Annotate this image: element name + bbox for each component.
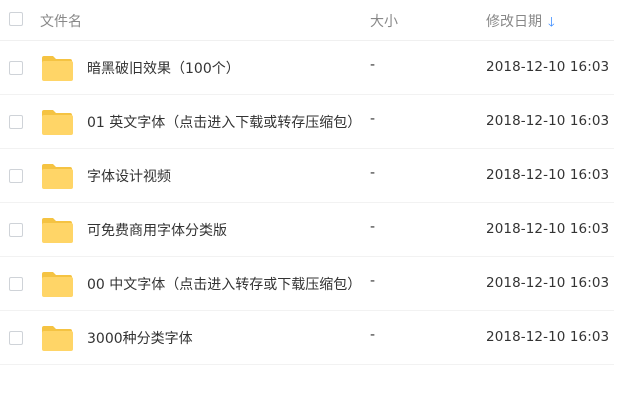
table-header: 文件名 大小 修改日期 🡓 [0,0,614,41]
table-row[interactable]: 暗黑破旧效果（100个） - 2018-12-10 16:03 [0,41,614,95]
file-size: - [370,57,376,73]
file-size: - [370,111,376,127]
file-modified-date: 2018-12-10 16:03 [486,275,610,291]
row-checkbox[interactable] [9,277,23,291]
file-name[interactable]: 3000种分类字体 [87,328,193,348]
table-row[interactable]: 00 中文字体（点击进入转存或下载压缩包） - 2018-12-10 16:03 [0,257,614,311]
file-modified-date: 2018-12-10 16:03 [486,221,610,237]
table-row[interactable]: 字体设计视频 - 2018-12-10 16:03 [0,149,614,203]
file-name[interactable]: 字体设计视频 [87,166,171,186]
table-row[interactable]: 01 英文字体（点击进入下载或转存压缩包） - 2018-12-10 16:03 [0,95,614,149]
column-header-name[interactable]: 文件名 [40,11,82,31]
file-modified-date: 2018-12-10 16:03 [486,59,610,75]
file-name[interactable]: 01 英文字体（点击进入下载或转存压缩包） [87,112,361,132]
row-checkbox[interactable] [9,331,23,345]
file-name[interactable]: 可免费商用字体分类版 [87,220,227,240]
row-checkbox[interactable] [9,169,23,183]
file-size: - [370,273,376,289]
select-all-checkbox[interactable] [9,12,23,26]
file-name[interactable]: 暗黑破旧效果（100个） [87,58,240,78]
row-checkbox[interactable] [9,61,23,75]
row-checkbox[interactable] [9,115,23,129]
file-size: - [370,327,376,343]
file-list-table: 文件名 大小 修改日期 🡓 暗黑破旧效果（100个） - 2018-12-10 1… [0,0,614,365]
file-modified-date: 2018-12-10 16:03 [486,329,610,345]
arrow-down-icon[interactable]: 🡓 [548,13,555,35]
folder-icon [42,164,73,189]
file-size: - [370,219,376,235]
row-checkbox[interactable] [9,223,23,237]
column-header-date-label: 修改日期 [486,14,542,30]
file-size: - [370,165,376,181]
folder-icon [42,326,73,351]
file-modified-date: 2018-12-10 16:03 [486,113,610,129]
file-name[interactable]: 00 中文字体（点击进入转存或下载压缩包） [87,274,361,294]
file-modified-date: 2018-12-10 16:03 [486,167,610,183]
table-row[interactable]: 可免费商用字体分类版 - 2018-12-10 16:03 [0,203,614,257]
folder-icon [42,56,73,81]
folder-icon [42,110,73,135]
table-row[interactable]: 3000种分类字体 - 2018-12-10 16:03 [0,311,614,365]
column-header-size[interactable]: 大小 [370,11,398,31]
folder-icon [42,218,73,243]
folder-icon [42,272,73,297]
column-header-date[interactable]: 修改日期 🡓 [486,11,555,35]
